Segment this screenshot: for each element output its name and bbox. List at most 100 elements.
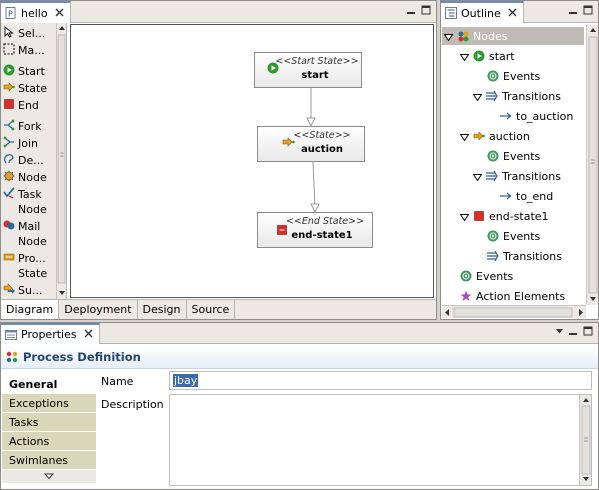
- palette-label: Start: [18, 65, 45, 78]
- section-tab-exceptions[interactable]: Exceptions: [2, 394, 96, 413]
- view-menu-icon[interactable]: [554, 326, 565, 337]
- section-tab-tasks[interactable]: Tasks: [2, 413, 96, 432]
- palette-item-decision[interactable]: De...: [1, 152, 57, 169]
- properties-tab[interactable]: Properties: [1, 323, 100, 344]
- expand-triangle-icon[interactable]: [443, 32, 454, 41]
- join-icon: [3, 136, 15, 148]
- palette-item-end[interactable]: End: [1, 97, 57, 114]
- tree-item-action-elements[interactable]: Action Elements: [460, 287, 565, 305]
- close-icon[interactable]: [84, 328, 93, 341]
- palette-item-state[interactable]: State: [1, 80, 57, 97]
- node-start[interactable]: <<Start State>> start: [254, 52, 362, 88]
- palette-item-node[interactable]: Node: [1, 169, 57, 186]
- maximize-icon[interactable]: [583, 326, 594, 337]
- tab-source[interactable]: Source: [187, 300, 236, 319]
- tree-item-start[interactable]: start: [459, 47, 515, 65]
- decision-icon: [3, 153, 15, 165]
- tree-item-transitions[interactable]: Transitions: [472, 87, 561, 105]
- description-field[interactable]: [169, 394, 592, 486]
- tree-item-auction[interactable]: auction: [459, 127, 530, 145]
- name-label: Name: [101, 375, 134, 388]
- palette-scrollbar[interactable]: [56, 23, 66, 299]
- tree-item-transition[interactable]: to_auction: [500, 107, 573, 125]
- diagram-canvas[interactable]: <<Start State>> start <<State>> auction …: [70, 24, 434, 298]
- editor-tab-hello[interactable]: P hello: [1, 1, 71, 23]
- palette-item-super-state[interactable]: Su... State: [1, 282, 57, 299]
- tree-item-events[interactable]: Events: [487, 147, 540, 165]
- description-label: Description: [101, 398, 164, 411]
- palette-item-mail-node[interactable]: Mail Node: [1, 218, 57, 250]
- svg-text:P: P: [8, 10, 13, 19]
- palette-item-fork[interactable]: Fork: [1, 118, 57, 135]
- tree-item-end-state1[interactable]: end-state1: [459, 207, 549, 225]
- tree-item-transitions[interactable]: Transitions: [472, 167, 561, 185]
- expand-triangle-icon[interactable]: [459, 52, 470, 61]
- tab-deployment[interactable]: Deployment: [59, 300, 138, 319]
- process-definition-icon: [6, 351, 18, 363]
- tree-label: Transitions: [503, 249, 562, 263]
- tab-diagram[interactable]: Diagram: [1, 300, 60, 319]
- close-icon[interactable]: [55, 7, 64, 20]
- editor-bottom-tabs: Diagram Deployment Design Source: [1, 299, 436, 319]
- section-tab-swimlanes[interactable]: Swimlanes: [2, 451, 96, 470]
- expand-triangle-icon[interactable]: [472, 172, 483, 181]
- tree-label: Events: [476, 269, 514, 283]
- palette-item-task-node[interactable]: Task Node: [1, 186, 57, 218]
- editor-tab-label: hello: [21, 6, 48, 20]
- palette-item-marquee[interactable]: Ma...: [1, 42, 57, 59]
- outline-vscrollbar[interactable]: [586, 25, 598, 305]
- tree-item-transitions[interactable]: Transitions: [487, 247, 562, 265]
- events-icon: [460, 270, 472, 282]
- tree-item-events-root[interactable]: Events: [460, 267, 513, 285]
- palette-item-process-state[interactable]: Pro... State: [1, 250, 57, 282]
- state-icon: [473, 130, 485, 142]
- transition-to-end[interactable]: [312, 161, 316, 208]
- transitions-icon: [486, 90, 498, 102]
- description-scrollbar[interactable]: [579, 395, 591, 485]
- maximize-icon[interactable]: [421, 5, 432, 16]
- events-icon: [487, 150, 499, 162]
- properties-header-title: Process Definition: [23, 349, 141, 364]
- tree-item-nodes[interactable]: Nodes: [443, 27, 508, 45]
- palette-item-join[interactable]: Join: [1, 135, 57, 152]
- tree-label: start: [489, 49, 515, 63]
- tree-item-transition[interactable]: to_end: [500, 187, 553, 205]
- name-field[interactable]: jbay: [169, 371, 592, 390]
- tree-label: end-state1: [489, 209, 549, 223]
- process-state-icon: [3, 251, 15, 263]
- end-state-icon: [3, 98, 15, 110]
- palette-item-start[interactable]: Start: [1, 63, 57, 80]
- chevron-down-icon: [44, 473, 54, 480]
- minimize-icon[interactable]: [568, 326, 579, 337]
- expand-triangle-icon[interactable]: [459, 212, 470, 221]
- tree-label: Nodes: [473, 29, 508, 43]
- palette-item-select[interactable]: Sel...: [1, 25, 57, 42]
- tree-item-events[interactable]: Events: [487, 227, 540, 245]
- outline-hscrollbar[interactable]: [442, 305, 586, 318]
- maximize-icon[interactable]: [583, 5, 594, 16]
- palette-label: Su... State: [18, 284, 43, 297]
- close-icon[interactable]: [508, 7, 517, 20]
- palette-label: De...: [18, 154, 44, 167]
- section-tabs: General Exceptions Tasks Actions Swimlan…: [2, 375, 96, 489]
- minimize-icon[interactable]: [406, 5, 417, 16]
- tree-item-events[interactable]: Events: [487, 67, 540, 85]
- super-state-icon: [3, 283, 15, 295]
- node-auction[interactable]: <<State>> auction: [257, 126, 365, 162]
- expand-triangle-icon[interactable]: [472, 92, 483, 101]
- outline-tab-label: Outline: [461, 6, 501, 20]
- minimize-icon[interactable]: [568, 5, 579, 16]
- action-elements-icon: [460, 290, 472, 302]
- palette: Sel... Ma... Start State End Fork Join D…: [1, 23, 67, 299]
- section-scroll-down[interactable]: [2, 470, 96, 483]
- events-icon: [487, 230, 499, 242]
- outline-tab[interactable]: Outline: [441, 1, 524, 23]
- node-end-state1[interactable]: <<End State>> end-state1: [257, 212, 373, 248]
- start-state-icon: [473, 50, 485, 62]
- tab-design[interactable]: Design: [138, 300, 187, 319]
- node-name: auction: [301, 144, 343, 155]
- section-tab-general[interactable]: General: [2, 375, 96, 394]
- expand-triangle-icon[interactable]: [459, 132, 470, 141]
- properties-tabbar: Properties: [1, 323, 598, 344]
- section-tab-actions[interactable]: Actions: [2, 432, 96, 451]
